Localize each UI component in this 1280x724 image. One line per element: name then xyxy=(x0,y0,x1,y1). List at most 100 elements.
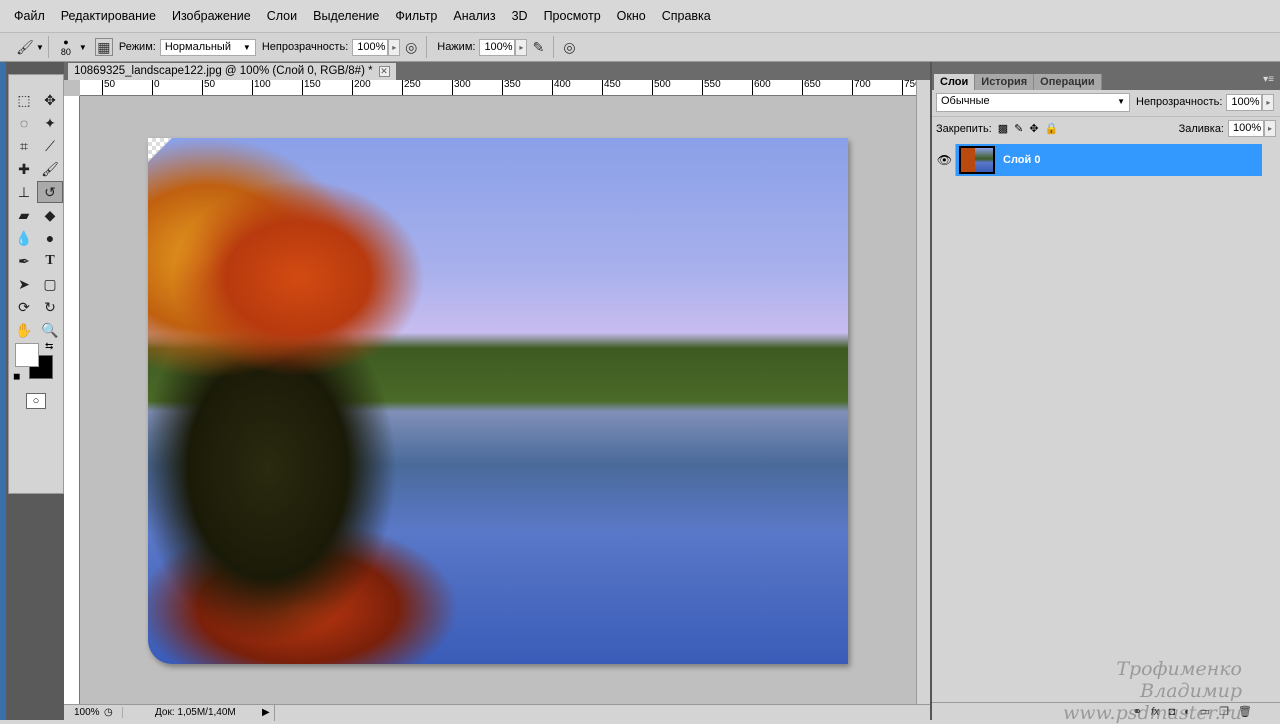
3d-orbit-icon[interactable]: ↻ xyxy=(37,296,63,318)
options-bar: 🖌 ▼ ● 80 ▼ ▦ Режим: Нормальный ▼ Непрозрачн… xyxy=(0,32,1280,62)
brush-tool-icon[interactable]: 🖌 xyxy=(37,158,63,180)
lock-all-icon[interactable]: 🔒 xyxy=(1045,122,1059,135)
document-tab[interactable]: 10869325_landscape122.jpg @ 100% (Слой 0… xyxy=(68,63,396,80)
swap-colors-icon[interactable]: ⇆ xyxy=(45,341,53,352)
menu-3d[interactable]: 3D xyxy=(504,9,536,23)
brush-preset-icon[interactable]: 🖌 xyxy=(14,36,36,58)
opacity-slider-button[interactable]: ▸ xyxy=(388,38,401,56)
ruler-label: 600 xyxy=(752,80,771,95)
eyedropper-icon[interactable]: ⟋ xyxy=(37,135,63,157)
brush-panel-icon[interactable]: ▦ xyxy=(94,38,113,56)
panel-menu-icon[interactable]: ▾≡ xyxy=(1263,74,1274,85)
history-brush-icon[interactable]: ↺ xyxy=(37,181,63,203)
lock-transparency-icon[interactable]: ▩ xyxy=(998,122,1008,135)
eraser-icon[interactable]: ▰ xyxy=(11,204,37,226)
image-canvas[interactable] xyxy=(148,138,848,664)
opacity-label: Непрозрачность: xyxy=(261,41,349,53)
pressure-slider-button[interactable]: ▸ xyxy=(515,38,528,56)
ruler-label: 250 xyxy=(402,80,421,95)
move-tool-icon[interactable]: ✥ xyxy=(37,89,63,111)
pen-tool-icon[interactable]: ✒ xyxy=(11,250,37,272)
link-layers-icon[interactable]: ⚭ xyxy=(1133,705,1142,718)
menu-file[interactable]: Файл xyxy=(6,9,53,23)
layer-mask-icon[interactable]: ◘ xyxy=(1168,706,1175,718)
opacity-input[interactable]: 100% xyxy=(352,38,389,56)
foreground-color[interactable] xyxy=(15,343,39,367)
layer-opacity-slider[interactable]: ▸ xyxy=(1262,93,1275,111)
airbrush-icon[interactable]: ✎ xyxy=(527,36,549,58)
lock-pixels-icon[interactable]: ✎ xyxy=(1014,122,1023,135)
menu-select[interactable]: Выделение xyxy=(305,9,387,23)
type-tool-icon[interactable]: T xyxy=(37,250,63,272)
tablet-opacity-icon[interactable]: ◎ xyxy=(400,36,422,58)
healing-brush-icon[interactable]: ✚ xyxy=(11,158,37,180)
pressure-label: Нажим: xyxy=(437,41,476,53)
menu-filter[interactable]: Фильтр xyxy=(387,9,445,23)
adjustment-layer-icon[interactable]: ◐ xyxy=(1184,706,1191,718)
layer-style-icon[interactable]: fx xyxy=(1151,706,1160,718)
magic-wand-icon[interactable]: ✦ xyxy=(37,112,63,134)
menu-help[interactable]: Справка xyxy=(654,9,719,23)
status-icon[interactable]: ◷ xyxy=(104,707,122,718)
shape-tool-icon[interactable]: ▢ xyxy=(37,273,63,295)
marquee-tool-icon[interactable]: ⬚ xyxy=(11,89,37,111)
quick-mask-icon[interactable]: ○ xyxy=(26,393,46,409)
layer-opacity-input[interactable]: 100% xyxy=(1226,93,1263,111)
new-group-icon[interactable]: ▭ xyxy=(1200,705,1210,718)
3d-rotate-icon[interactable]: ⟳ xyxy=(11,296,37,318)
close-icon[interactable]: ✕ xyxy=(378,66,390,77)
ruler-label: 750 xyxy=(902,80,916,95)
blur-tool-icon[interactable]: 💧 xyxy=(11,227,37,249)
layers-panel: Слои История Операции ▾≡ Обычные ▼ Непроз… xyxy=(930,62,1280,724)
fill-slider[interactable]: ▸ xyxy=(1264,120,1276,137)
horizontal-ruler: 50 0 50 100 150 200 250 300 350 400 450 500 550 600 65… xyxy=(80,80,916,96)
fill-input[interactable]: 100% xyxy=(1228,120,1264,137)
ruler-label: 650 xyxy=(802,80,821,95)
menu-image[interactable]: Изображение xyxy=(164,9,259,23)
tab-actions[interactable]: Операции xyxy=(1034,74,1102,90)
path-selection-icon[interactable]: ➤ xyxy=(11,273,37,295)
stamp-tool-icon[interactable]: ⊥ xyxy=(11,181,37,203)
hand-tool-icon[interactable]: ✋ xyxy=(11,319,37,341)
crop-tool-icon[interactable]: ⌗ xyxy=(11,135,37,157)
menu-edit[interactable]: Редактирование xyxy=(53,9,164,23)
zoom-tool-icon[interactable]: 🔍 xyxy=(37,319,63,341)
ruler-label: 0 xyxy=(152,80,160,95)
new-layer-icon[interactable]: ❐ xyxy=(1219,705,1229,718)
vertical-scrollbar[interactable] xyxy=(916,80,930,704)
zoom-level[interactable]: 100% xyxy=(64,707,104,718)
lasso-tool-icon[interactable]: ◌ xyxy=(11,112,37,134)
chevron-down-icon[interactable]: ▼ xyxy=(36,43,44,52)
tab-history[interactable]: История xyxy=(975,74,1035,90)
blend-mode-select[interactable]: Обычные ▼ xyxy=(936,92,1130,112)
menu-analysis[interactable]: Анализ xyxy=(445,9,503,23)
tablet-size-icon[interactable]: ◎ xyxy=(558,36,580,58)
menu-window[interactable]: Окно xyxy=(609,9,654,23)
paint-bucket-icon[interactable]: ◆ xyxy=(37,204,63,226)
status-menu-arrow[interactable]: ▶ xyxy=(262,707,274,718)
menu-view[interactable]: Просмотр xyxy=(536,9,609,23)
menu-layers[interactable]: Слои xyxy=(259,9,305,23)
dodge-tool-icon[interactable]: ● xyxy=(37,227,63,249)
brush-size-picker[interactable]: ● 80 xyxy=(53,37,79,57)
layer-thumbnail xyxy=(959,146,995,174)
default-colors-icon[interactable]: ◼ xyxy=(13,371,20,382)
ruler-label: 700 xyxy=(852,80,871,95)
delete-layer-icon[interactable]: 🗑 xyxy=(1238,705,1252,718)
status-bar: 100% ◷ Док: 1,05M/1,40M ▶ xyxy=(64,704,930,721)
ruler-label: 50 xyxy=(202,80,215,95)
vertical-ruler xyxy=(64,96,80,704)
ruler-label: 150 xyxy=(302,80,321,95)
chevron-down-icon[interactable]: ▼ xyxy=(79,43,87,52)
eye-icon[interactable]: 👁 xyxy=(934,144,956,176)
mode-select[interactable]: Нормальный ▼ xyxy=(159,38,256,56)
lock-position-icon[interactable]: ✥ xyxy=(1029,122,1038,135)
layer-opacity-label: Непрозрачность: xyxy=(1136,96,1223,108)
color-swatches: ⇆ ◼ xyxy=(9,341,63,391)
pressure-input[interactable]: 100% xyxy=(479,38,516,56)
layer-name: Слой 0 xyxy=(1003,154,1041,166)
horizontal-scrollbar[interactable] xyxy=(274,704,930,721)
toolbox: ⬚ ✥ ◌ ✦ ⌗ ⟋ ✚ 🖌 ⊥ ↺ ▰ ◆ 💧 ● ✒ T ➤ ▢ ⟳ ↻ ✋ 🔍 ⇆ ◼ ○ xyxy=(6,62,64,720)
tab-layers[interactable]: Слои xyxy=(934,74,976,90)
layer-row[interactable]: 👁 Слой 0 xyxy=(934,144,1262,176)
